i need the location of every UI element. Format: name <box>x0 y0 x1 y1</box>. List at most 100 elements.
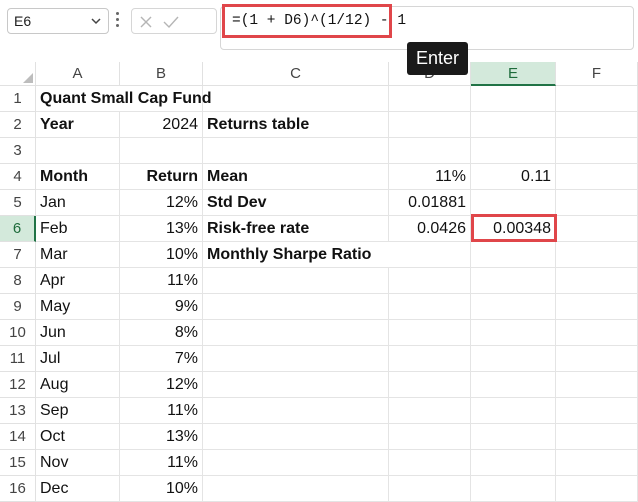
cell-f6[interactable] <box>556 216 638 242</box>
cell-e12[interactable] <box>471 372 556 398</box>
cell-d6[interactable]: 0.0426 <box>389 216 471 242</box>
cell-b5[interactable]: 12% <box>120 190 203 216</box>
cell-f7[interactable] <box>556 242 638 268</box>
cell-b7[interactable]: 10% <box>120 242 203 268</box>
cell-a15[interactable]: Nov <box>36 450 120 476</box>
cell-f8[interactable] <box>556 268 638 294</box>
cell-c3[interactable] <box>203 138 389 164</box>
cell-a13[interactable]: Sep <box>36 398 120 424</box>
select-all-corner[interactable] <box>0 62 36 86</box>
cell-a11[interactable]: Jul <box>36 346 120 372</box>
cell-b15[interactable]: 11% <box>120 450 203 476</box>
cell-d13[interactable] <box>389 398 471 424</box>
cell-c1[interactable] <box>203 86 389 112</box>
cell-e11[interactable] <box>471 346 556 372</box>
row-header-11[interactable]: 11 <box>0 346 36 372</box>
cell-b12[interactable]: 12% <box>120 372 203 398</box>
cell-e16[interactable] <box>471 476 556 502</box>
cell-c11[interactable] <box>203 346 389 372</box>
cell-e2[interactable] <box>471 112 556 138</box>
cell-f10[interactable] <box>556 320 638 346</box>
cell-e1[interactable] <box>471 86 556 112</box>
row-header-1[interactable]: 1 <box>0 86 36 112</box>
cell-d14[interactable] <box>389 424 471 450</box>
cell-f4[interactable] <box>556 164 638 190</box>
name-box[interactable]: E6 <box>7 8 109 34</box>
cell-d16[interactable] <box>389 476 471 502</box>
row-header-5[interactable]: 5 <box>0 190 36 216</box>
cell-c10[interactable] <box>203 320 389 346</box>
cell-a16[interactable]: Dec <box>36 476 120 502</box>
cell-d10[interactable] <box>389 320 471 346</box>
cell-d2[interactable] <box>389 112 471 138</box>
cell-c4[interactable]: Mean <box>203 164 389 190</box>
cell-b3[interactable] <box>120 138 203 164</box>
row-header-13[interactable]: 13 <box>0 398 36 424</box>
cell-e10[interactable] <box>471 320 556 346</box>
check-icon[interactable] <box>162 14 180 30</box>
cell-a8[interactable]: Apr <box>36 268 120 294</box>
column-header-f[interactable]: F <box>556 62 638 86</box>
cell-c14[interactable] <box>203 424 389 450</box>
cell-d11[interactable] <box>389 346 471 372</box>
cell-b4[interactable]: Return <box>120 164 203 190</box>
cell-c12[interactable] <box>203 372 389 398</box>
cell-f9[interactable] <box>556 294 638 320</box>
column-header-b[interactable]: B <box>120 62 203 86</box>
cancel-icon[interactable] <box>138 14 154 30</box>
cell-a9[interactable]: May <box>36 294 120 320</box>
cell-f5[interactable] <box>556 190 638 216</box>
cell-d15[interactable] <box>389 450 471 476</box>
cell-a6[interactable]: Feb <box>36 216 120 242</box>
cell-d4[interactable]: 11% <box>389 164 471 190</box>
cell-e7[interactable] <box>471 242 556 268</box>
cell-b8[interactable]: 11% <box>120 268 203 294</box>
cell-a14[interactable]: Oct <box>36 424 120 450</box>
cell-f12[interactable] <box>556 372 638 398</box>
cell-a5[interactable]: Jan <box>36 190 120 216</box>
cell-c15[interactable] <box>203 450 389 476</box>
cell-e5[interactable] <box>471 190 556 216</box>
cell-b11[interactable]: 7% <box>120 346 203 372</box>
more-options-icon[interactable] <box>116 12 120 30</box>
cell-d3[interactable] <box>389 138 471 164</box>
cell-a7[interactable]: Mar <box>36 242 120 268</box>
row-header-16[interactable]: 16 <box>0 476 36 502</box>
cell-d1[interactable] <box>389 86 471 112</box>
cell-f3[interactable] <box>556 138 638 164</box>
cell-e15[interactable] <box>471 450 556 476</box>
cell-c16[interactable] <box>203 476 389 502</box>
column-header-c[interactable]: C <box>203 62 389 86</box>
row-header-2[interactable]: 2 <box>0 112 36 138</box>
row-header-4[interactable]: 4 <box>0 164 36 190</box>
cell-e13[interactable] <box>471 398 556 424</box>
cell-e14[interactable] <box>471 424 556 450</box>
cell-c7[interactable]: Monthly Sharpe Ratio <box>203 242 471 268</box>
cell-d9[interactable] <box>389 294 471 320</box>
row-header-6[interactable]: 6 <box>0 216 36 242</box>
cell-d12[interactable] <box>389 372 471 398</box>
cell-a2[interactable]: Year <box>36 112 120 138</box>
row-header-15[interactable]: 15 <box>0 450 36 476</box>
cell-d5[interactable]: 0.01881 <box>389 190 471 216</box>
cell-f13[interactable] <box>556 398 638 424</box>
cell-c8[interactable] <box>203 268 389 294</box>
cell-c13[interactable] <box>203 398 389 424</box>
row-header-12[interactable]: 12 <box>0 372 36 398</box>
row-header-10[interactable]: 10 <box>0 320 36 346</box>
cell-b14[interactable]: 13% <box>120 424 203 450</box>
row-header-7[interactable]: 7 <box>0 242 36 268</box>
cell-e8[interactable] <box>471 268 556 294</box>
cell-f2[interactable] <box>556 112 638 138</box>
row-header-9[interactable]: 9 <box>0 294 36 320</box>
cell-b10[interactable]: 8% <box>120 320 203 346</box>
row-header-14[interactable]: 14 <box>0 424 36 450</box>
cell-d8[interactable] <box>389 268 471 294</box>
cell-e9[interactable] <box>471 294 556 320</box>
cell-b9[interactable]: 9% <box>120 294 203 320</box>
cell-f11[interactable] <box>556 346 638 372</box>
cell-b16[interactable]: 10% <box>120 476 203 502</box>
cell-e3[interactable] <box>471 138 556 164</box>
cell-a1[interactable]: Quant Small Cap Fund <box>36 86 212 112</box>
chevron-down-icon[interactable] <box>90 15 102 27</box>
